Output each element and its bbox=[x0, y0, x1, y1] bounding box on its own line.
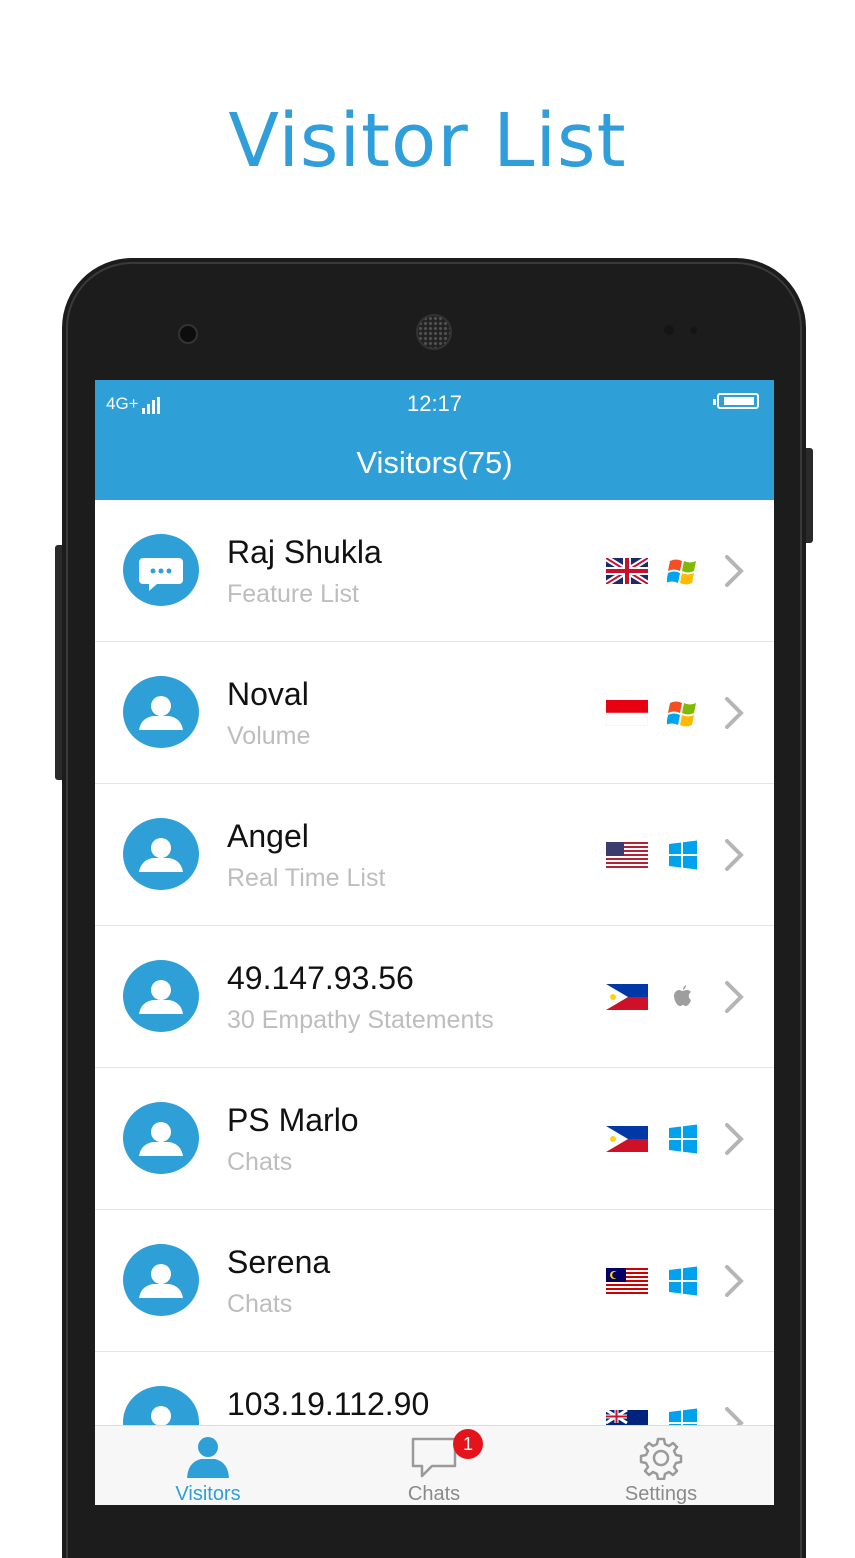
chevron-right-icon bbox=[725, 555, 744, 587]
usa-flag-icon bbox=[606, 842, 648, 868]
user-icon bbox=[123, 676, 199, 748]
phone-camera bbox=[178, 324, 198, 344]
user-icon bbox=[123, 1386, 199, 1425]
status-bar: 4G+ 12:17 bbox=[95, 380, 774, 424]
user-icon bbox=[123, 818, 199, 890]
tab-label: Visitors bbox=[175, 1483, 241, 1505]
visitor-row[interactable]: Noval Volume bbox=[95, 642, 774, 784]
visitor-name: PS Marlo bbox=[227, 1102, 359, 1138]
gear-icon bbox=[639, 1437, 683, 1480]
windows-icon bbox=[669, 840, 697, 870]
visitor-name: Serena bbox=[227, 1244, 331, 1280]
user-icon bbox=[123, 1244, 199, 1316]
uk-flag-icon bbox=[606, 558, 648, 584]
phone-speaker bbox=[416, 314, 452, 350]
windows-icon bbox=[669, 1124, 697, 1154]
chevron-right-icon bbox=[725, 1123, 744, 1155]
philippines-flag-icon bbox=[606, 1126, 648, 1152]
tab-bar: Visitors Chats 1 Settings bbox=[95, 1425, 774, 1505]
tab-chats[interactable]: Chats bbox=[321, 1426, 547, 1505]
windows-xp-icon bbox=[667, 559, 696, 585]
visitor-row[interactable]: 103.19.112.90 bbox=[95, 1352, 774, 1425]
app-screen: 4G+ 12:17 Visitors(75) Raj Shukla Featur… bbox=[95, 380, 774, 1505]
visitor-row[interactable]: Angel Real Time List bbox=[95, 784, 774, 926]
chevron-right-icon bbox=[725, 697, 744, 729]
chevron-right-icon bbox=[725, 839, 744, 871]
visitor-page: Real Time List bbox=[227, 864, 386, 892]
tab-settings[interactable]: Settings bbox=[548, 1426, 774, 1505]
phone-sensor bbox=[664, 325, 674, 335]
user-icon bbox=[123, 960, 199, 1032]
phone-sensor bbox=[690, 327, 697, 334]
tab-visitors[interactable]: Visitors bbox=[95, 1426, 321, 1505]
chevron-right-icon bbox=[725, 1407, 744, 1425]
promo-title: Visitor List bbox=[228, 98, 627, 184]
visitor-row[interactable]: Serena Chats bbox=[95, 1210, 774, 1352]
tab-label: Chats bbox=[407, 1483, 461, 1505]
visitor-name: 49.147.93.56 bbox=[227, 960, 414, 996]
visitor-name: Raj Shukla bbox=[227, 534, 382, 570]
chevron-right-icon bbox=[725, 1265, 744, 1297]
user-icon bbox=[123, 1102, 199, 1174]
tab-label: Settings bbox=[624, 1483, 698, 1505]
chevron-right-icon bbox=[725, 981, 744, 1013]
person-icon bbox=[187, 1437, 229, 1478]
philippines-flag-icon bbox=[606, 984, 648, 1010]
apple-icon bbox=[674, 985, 691, 1006]
windows-xp-icon bbox=[667, 701, 696, 727]
visitor-name: Noval bbox=[227, 676, 309, 712]
windows-icon bbox=[669, 1408, 697, 1425]
visitor-page: 30 Empathy Statements bbox=[227, 1006, 494, 1034]
visitor-row[interactable]: PS Marlo Chats bbox=[95, 1068, 774, 1210]
chat-bubble-icon bbox=[123, 534, 199, 606]
indonesia-flag-icon bbox=[606, 700, 648, 726]
battery-icon bbox=[713, 393, 759, 409]
visitor-row[interactable]: Raj Shukla Feature List bbox=[95, 500, 774, 642]
visitor-page: Volume bbox=[227, 722, 311, 750]
chat-bubble-icon bbox=[411, 1437, 457, 1478]
visitor-list: Raj Shukla Feature List Noval Volume Ang… bbox=[95, 500, 774, 1425]
visitor-page: Chats bbox=[227, 1290, 293, 1318]
visitor-row[interactable]: 49.147.93.56 30 Empathy Statements bbox=[95, 926, 774, 1068]
visitor-name: Angel bbox=[227, 818, 309, 854]
page-title: Visitors(75) bbox=[95, 424, 774, 500]
visitor-page: Feature List bbox=[227, 580, 360, 608]
visitor-name: 103.19.112.90 bbox=[227, 1386, 430, 1422]
windows-icon bbox=[669, 1266, 697, 1296]
visitor-page: Chats bbox=[227, 1148, 293, 1176]
new-zealand-flag-icon bbox=[606, 1410, 648, 1425]
unread-badge: 1 bbox=[453, 1429, 483, 1459]
clock: 12:17 bbox=[406, 391, 463, 416]
malaysia-flag-icon bbox=[606, 1268, 648, 1294]
